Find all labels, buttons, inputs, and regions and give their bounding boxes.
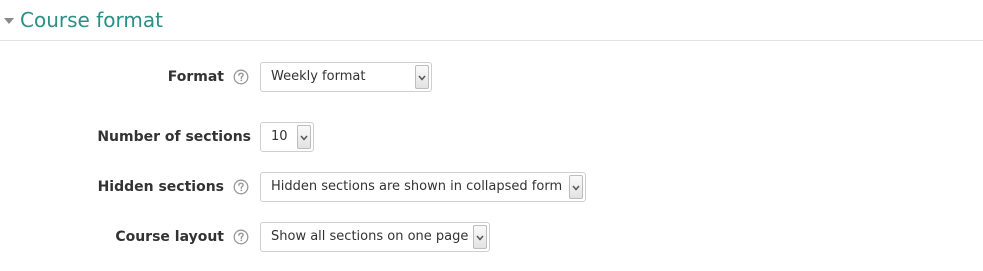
hidden-sections-dropdown-icon[interactable] — [569, 175, 583, 199]
number-of-sections-dropdown-icon[interactable] — [297, 125, 311, 149]
collapse-triangle-icon[interactable] — [2, 13, 16, 27]
number-of-sections-select[interactable]: 10 — [260, 122, 314, 152]
form-row-number-of-sections: Number of sections 10 — [0, 122, 983, 152]
course-layout-select-value: Show all sections on one page — [271, 229, 469, 244]
format-help-icon[interactable] — [233, 69, 249, 85]
form-row-hidden-sections: Hidden sections Hidden sections are show… — [0, 172, 983, 202]
form-row-course-layout: Course layout Show all sections on one p… — [0, 222, 983, 252]
format-label: Format — [167, 69, 224, 85]
hidden-sections-help-icon[interactable] — [233, 179, 249, 195]
form-row-format: Format Weekly format — [0, 62, 983, 92]
format-select[interactable]: Weekly format — [260, 62, 432, 92]
hidden-sections-label: Hidden sections — [97, 179, 224, 195]
course-layout-label: Course layout — [115, 229, 224, 245]
format-dropdown-icon[interactable] — [415, 65, 429, 89]
hidden-sections-select-value: Hidden sections are shown in collapsed f… — [271, 179, 563, 194]
hidden-sections-select[interactable]: Hidden sections are shown in collapsed f… — [260, 172, 586, 202]
section-header: Course format — [0, 0, 983, 41]
section-title[interactable]: Course format — [20, 6, 163, 34]
number-of-sections-select-value: 10 — [271, 129, 288, 144]
course-layout-help-icon[interactable] — [233, 229, 249, 245]
course-layout-select[interactable]: Show all sections on one page — [260, 222, 490, 252]
course-layout-dropdown-icon[interactable] — [473, 225, 487, 249]
number-of-sections-label: Number of sections — [97, 129, 251, 145]
format-select-value: Weekly format — [271, 69, 366, 84]
